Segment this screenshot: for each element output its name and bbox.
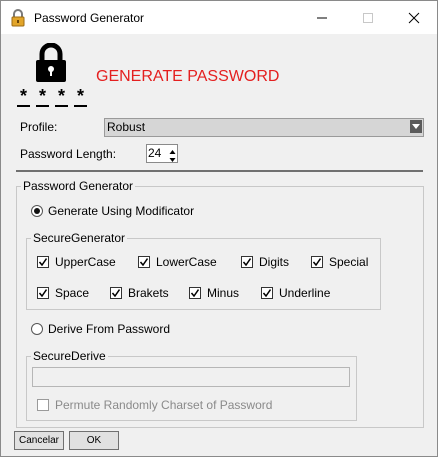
page-title: GENERATE PASSWORD: [96, 68, 280, 85]
profile-selected-value: Robust: [107, 120, 146, 134]
spin-up-icon[interactable]: [168, 145, 177, 154]
check-icon: [191, 289, 199, 297]
space-label[interactable]: Space: [55, 286, 89, 300]
lowercase-checkbox[interactable]: [138, 256, 150, 268]
special-label[interactable]: Special: [329, 255, 368, 269]
uppercase-checkbox[interactable]: [37, 256, 49, 268]
modificator-radio[interactable]: [31, 205, 43, 217]
derive-radio[interactable]: [31, 323, 43, 335]
check-icon: [39, 289, 47, 297]
minimize-button[interactable]: [299, 1, 345, 34]
mask-char: *: [57, 86, 65, 106]
cancel-button[interactable]: Cancelar: [14, 431, 64, 450]
digits-checkbox[interactable]: [241, 256, 253, 268]
special-checkbox[interactable]: [311, 256, 323, 268]
brakets-checkbox[interactable]: [110, 287, 122, 299]
close-icon: [408, 12, 420, 24]
profile-label: Profile:: [20, 120, 58, 134]
group-title: SecureGenerator: [31, 231, 128, 245]
check-icon: [313, 258, 321, 266]
maximize-icon: [363, 13, 373, 23]
digits-label[interactable]: Digits: [259, 255, 289, 269]
spin-down-icon[interactable]: [168, 153, 177, 162]
brakets-label[interactable]: Brakets: [128, 286, 169, 300]
uppercase-label[interactable]: UpperCase: [55, 255, 116, 269]
derive-password-input[interactable]: [32, 367, 350, 387]
padlock-icon: [10, 9, 26, 27]
password-length-spinner[interactable]: 24: [146, 144, 178, 163]
check-icon: [39, 258, 47, 266]
close-button[interactable]: [391, 1, 437, 34]
group-title: Password Generator: [21, 179, 136, 193]
divider: [16, 170, 423, 172]
password-length-value: 24: [148, 146, 162, 160]
mask-underline: [36, 105, 49, 107]
group-title: SecureDerive: [31, 349, 108, 363]
title-bar: Password Generator: [1, 1, 437, 34]
minus-checkbox[interactable]: [189, 287, 201, 299]
check-icon: [243, 258, 251, 266]
minus-label[interactable]: Minus: [207, 286, 239, 300]
ok-button[interactable]: OK: [69, 431, 119, 450]
mask-char: *: [38, 86, 46, 106]
check-icon: [140, 258, 148, 266]
password-length-label: Password Length:: [20, 147, 117, 161]
check-icon: [112, 289, 120, 297]
radio-selected-dot: [34, 208, 40, 214]
permute-checkbox[interactable]: [37, 399, 49, 411]
chevron-down-icon[interactable]: [410, 120, 422, 133]
check-icon: [263, 289, 271, 297]
lock-icon: [34, 42, 68, 86]
mask-underline: [17, 105, 30, 107]
minimize-icon: [317, 17, 327, 19]
mask-char: *: [76, 86, 84, 106]
masked-password: * * * *: [16, 86, 88, 109]
space-checkbox[interactable]: [37, 287, 49, 299]
lowercase-label[interactable]: LowerCase: [156, 255, 217, 269]
underline-label[interactable]: Underline: [279, 286, 330, 300]
permute-label[interactable]: Permute Randomly Charset of Password: [55, 398, 272, 412]
profile-select[interactable]: Robust: [104, 118, 424, 137]
underline-checkbox[interactable]: [261, 287, 273, 299]
mask-underline: [55, 105, 68, 107]
derive-radio-label[interactable]: Derive From Password: [48, 322, 170, 336]
mask-underline: [74, 105, 87, 107]
window-title: Password Generator: [34, 11, 145, 25]
modificator-radio-label[interactable]: Generate Using Modificator: [48, 204, 194, 218]
maximize-button[interactable]: [345, 1, 391, 34]
mask-char: *: [19, 86, 27, 106]
password-generator-window: Password Generator * * * * GENERATE PASS…: [0, 0, 438, 457]
